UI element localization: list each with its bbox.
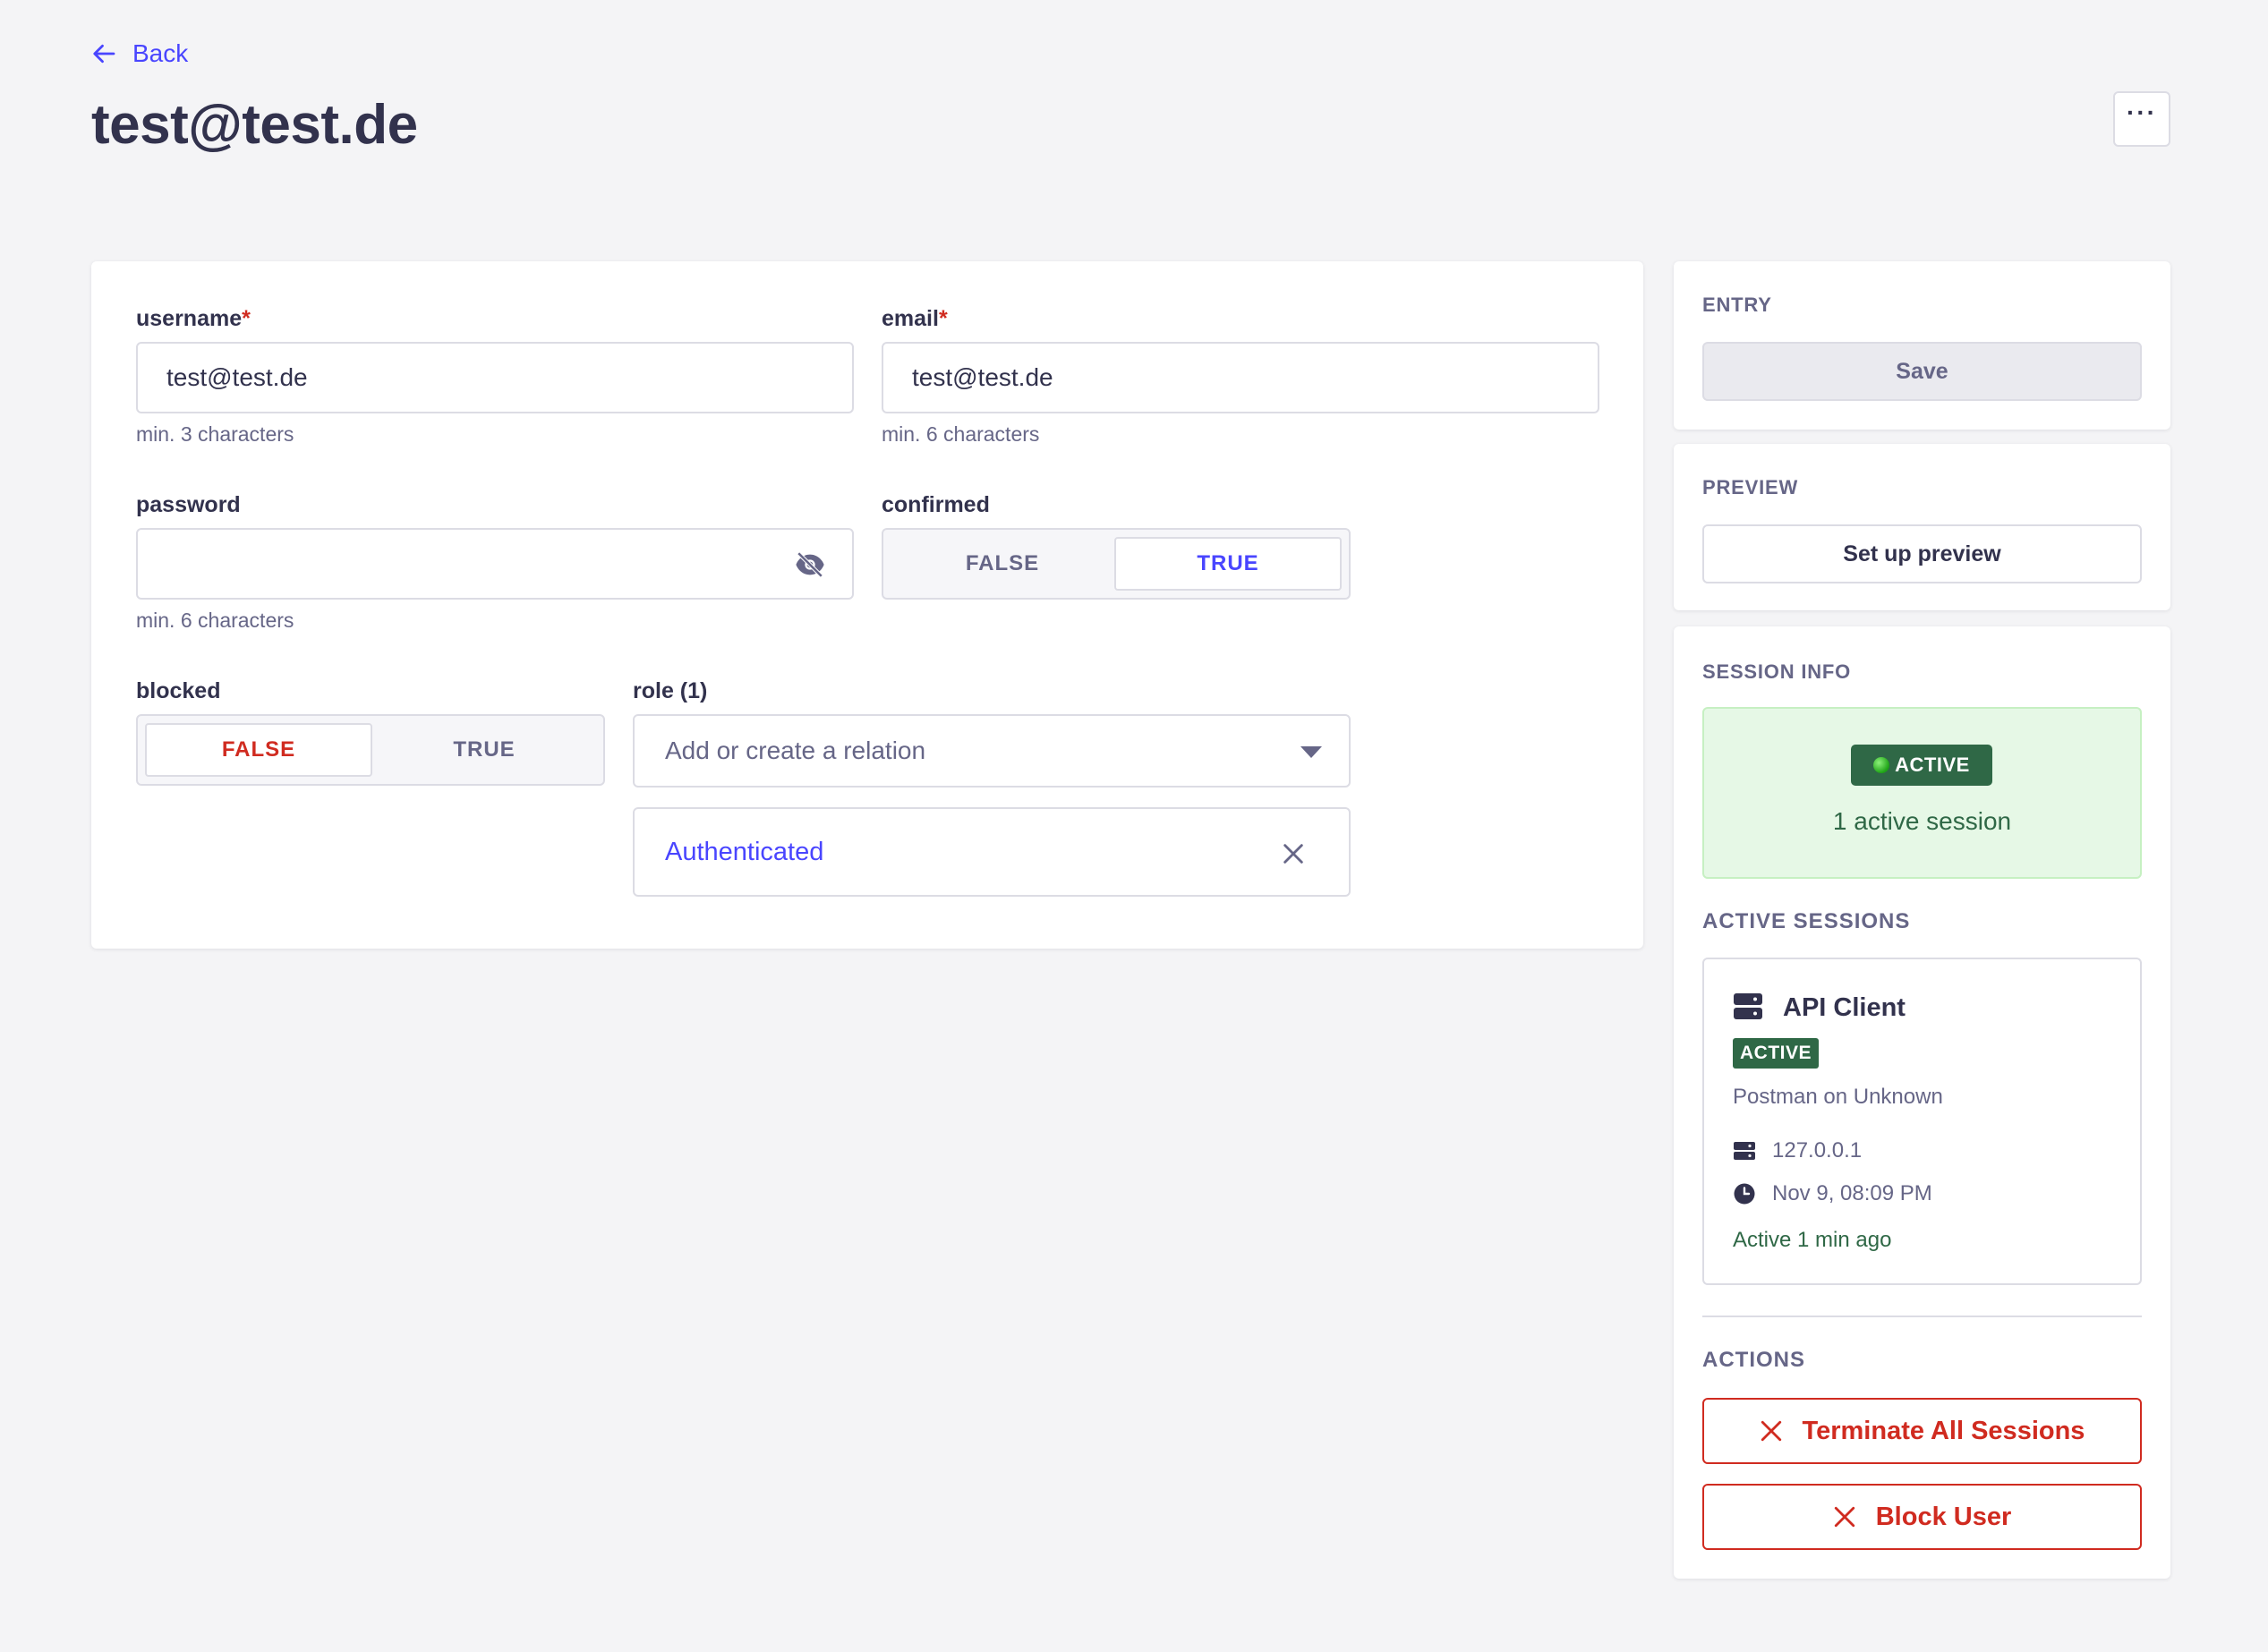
status-dot-icon xyxy=(1873,757,1890,773)
username-input[interactable]: test@test.de xyxy=(136,342,854,413)
eye-off-icon[interactable] xyxy=(795,551,825,578)
role-label: role (1) xyxy=(633,678,708,703)
save-button[interactable]: Save xyxy=(1702,342,2142,401)
server-icon xyxy=(1734,1142,1755,1160)
entry-title: ENTRY xyxy=(1702,294,1772,316)
session-ip: 127.0.0.1 xyxy=(1772,1138,1863,1162)
session-status-badge: ACTIVE xyxy=(1733,1038,1820,1069)
close-icon xyxy=(1834,1506,1854,1528)
blocked-true-option[interactable]: TRUE xyxy=(372,723,596,777)
actions-heading: ACTIONS xyxy=(1702,1348,1805,1372)
back-link[interactable]: Back xyxy=(91,39,188,68)
role-select-placeholder: Add or create a relation xyxy=(665,737,926,764)
arrow-left-icon xyxy=(93,44,115,64)
close-icon xyxy=(1761,1420,1781,1442)
page-title: test@test.de xyxy=(91,94,418,156)
username-label: username* xyxy=(136,306,251,331)
edit-form-card: username* test@test.de min. 3 characters… xyxy=(91,261,1643,949)
confirmed-false-option[interactable]: FALSE xyxy=(891,537,1114,591)
set-up-preview-button[interactable]: Set up preview xyxy=(1702,524,2142,583)
confirmed-label: confirmed xyxy=(882,492,990,517)
email-hint: min. 6 characters xyxy=(882,422,1040,446)
session-card: API Client ACTIVE Postman on Unknown 127… xyxy=(1702,958,2142,1285)
clock-icon xyxy=(1734,1183,1755,1205)
preview-title: PREVIEW xyxy=(1702,476,1799,498)
entry-card: ENTRY Save xyxy=(1674,261,2170,430)
session-count: 1 active session xyxy=(1832,807,2012,835)
password-input[interactable] xyxy=(136,528,854,600)
session-info-title: SESSION INFO xyxy=(1702,660,1852,683)
status-badge: ACTIVE xyxy=(1851,745,1992,786)
relation-link-authenticated[interactable]: Authenticated xyxy=(665,838,823,867)
blocked-false-option[interactable]: FALSE xyxy=(145,723,372,777)
password-hint: min. 6 characters xyxy=(136,609,294,632)
confirmed-true-option[interactable]: TRUE xyxy=(1114,537,1342,591)
divider xyxy=(1702,1316,2142,1317)
username-hint: min. 3 characters xyxy=(136,422,294,446)
session-time: Nov 9, 08:09 PM xyxy=(1772,1181,1932,1205)
session-ip-row: 127.0.0.1 xyxy=(1733,1138,1862,1163)
back-label: Back xyxy=(132,39,189,67)
more-actions-button[interactable]: ··· xyxy=(2113,91,2170,147)
session-last-active: Active 1 min ago xyxy=(1733,1228,1892,1252)
server-icon xyxy=(1734,993,1762,1019)
confirmed-toggle: FALSE TRUE xyxy=(882,528,1351,600)
password-label: password xyxy=(136,492,241,517)
session-client-name: API Client xyxy=(1783,993,1906,1022)
session-description: Postman on Unknown xyxy=(1733,1085,1943,1109)
active-sessions-heading: ACTIVE SESSIONS xyxy=(1702,909,1911,933)
email-label: email* xyxy=(882,306,948,331)
close-icon[interactable] xyxy=(1281,841,1306,866)
role-relation-item: Authenticated xyxy=(633,807,1351,897)
blocked-label: blocked xyxy=(136,678,221,703)
session-status-box: ACTIVE 1 active session xyxy=(1702,707,2142,879)
email-input[interactable]: test@test.de xyxy=(882,342,1599,413)
terminate-all-sessions-button[interactable]: Terminate All Sessions xyxy=(1702,1398,2142,1464)
blocked-toggle: FALSE TRUE xyxy=(136,714,605,786)
preview-card: PREVIEW Set up preview xyxy=(1674,444,2170,610)
block-user-button[interactable]: Block User xyxy=(1702,1484,2142,1550)
caret-down-icon xyxy=(1300,746,1322,758)
session-time-row: Nov 9, 08:09 PM xyxy=(1733,1181,1932,1206)
role-relation-select[interactable]: Add or create a relation xyxy=(633,714,1351,788)
session-info-card: SESSION INFO ACTIVE 1 active session ACT… xyxy=(1674,626,2170,1579)
